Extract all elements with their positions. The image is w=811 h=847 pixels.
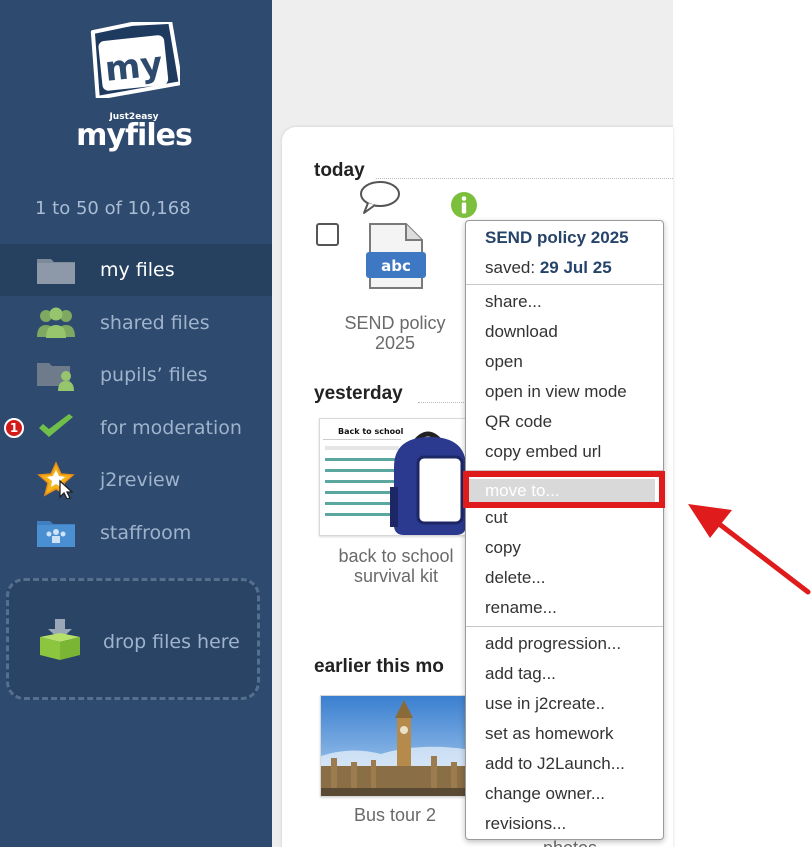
backpack-image bbox=[390, 431, 466, 535]
section-yesterday: yesterday bbox=[314, 383, 403, 404]
section-divider bbox=[376, 178, 673, 179]
sidebar-item-staffroom[interactable]: staffroom bbox=[0, 507, 272, 559]
menu-divider bbox=[466, 626, 663, 627]
menu-item-cut[interactable]: cut bbox=[485, 506, 660, 530]
sidebar-item-label: shared files bbox=[100, 312, 210, 334]
menu-item-add-to-j2launch[interactable]: add to J2Launch... bbox=[485, 752, 660, 776]
menu-item-revisions[interactable]: revisions... bbox=[485, 812, 660, 836]
menu-saved-info: saved: 29 Jul 25 bbox=[485, 258, 612, 277]
logo-badge-icon: my bbox=[90, 22, 180, 98]
section-today: today bbox=[314, 160, 365, 181]
file-caption-bus-tour[interactable]: Bus tour 2 bbox=[320, 805, 470, 825]
menu-file-title: SEND policy 2025 bbox=[485, 228, 629, 247]
sidebar-item-label: my files bbox=[100, 259, 175, 281]
menu-item-use-in-j2create[interactable]: use in j2create.. bbox=[485, 692, 660, 716]
file-caption-back-to-school[interactable]: back to school survival kit bbox=[316, 546, 476, 586]
drop-files-zone[interactable]: drop files here bbox=[6, 578, 260, 700]
menu-item-rename[interactable]: rename... bbox=[485, 596, 660, 620]
menu-item-open[interactable]: open bbox=[485, 350, 660, 374]
sidebar-item-label: pupils’ files bbox=[100, 364, 208, 386]
file-count: 1 to 50 of 10,168 bbox=[35, 198, 191, 219]
section-earlier-this-month: earlier this mo bbox=[314, 656, 444, 677]
sidebar-item-label: staffroom bbox=[100, 522, 192, 544]
dropzone-label: drop files here bbox=[103, 631, 240, 653]
sidebar-item-for-moderation[interactable]: 1 for moderation bbox=[0, 402, 272, 454]
myfiles-logo[interactable]: my Just2easy myfiles bbox=[64, 14, 204, 154]
file-select-checkbox[interactable] bbox=[316, 223, 339, 246]
star-icon bbox=[36, 461, 76, 499]
sidebar-item-pupils-files[interactable]: pupils’ files bbox=[0, 349, 272, 401]
pupil-folder-icon bbox=[36, 358, 76, 392]
upload-box-icon bbox=[37, 619, 83, 665]
file-thumbnail-back-to-school[interactable]: Back to school bbox=[319, 418, 469, 536]
comment-icon[interactable] bbox=[359, 180, 401, 220]
sidebar-item-shared-files[interactable]: shared files bbox=[0, 297, 272, 349]
menu-item-change-owner[interactable]: change owner... bbox=[485, 782, 660, 806]
menu-item-add-progression[interactable]: add progression... bbox=[485, 632, 660, 656]
menu-item-copy-embed-url[interactable]: copy embed url bbox=[485, 440, 660, 464]
document-file-icon[interactable]: abc bbox=[364, 222, 428, 294]
menu-item-delete[interactable]: delete... bbox=[485, 566, 660, 590]
menu-item-open-view-mode[interactable]: open in view mode bbox=[485, 380, 660, 404]
logo-title: myfiles bbox=[76, 118, 193, 153]
staffroom-folder-icon bbox=[36, 516, 76, 550]
menu-item-share[interactable]: share... bbox=[485, 290, 660, 314]
menu-item-set-as-homework[interactable]: set as homework bbox=[485, 722, 660, 746]
doc-icon-text: abc bbox=[381, 257, 411, 275]
menu-item-qr-code[interactable]: QR code bbox=[485, 410, 660, 434]
menu-item-add-tag[interactable]: add tag... bbox=[485, 662, 660, 686]
sidebar-item-label: for moderation bbox=[100, 417, 242, 439]
menu-item-copy[interactable]: copy bbox=[485, 536, 660, 560]
file-thumbnail-bus-tour[interactable] bbox=[320, 695, 470, 797]
notification-badge: 1 bbox=[4, 418, 24, 438]
sidebar-item-j2review[interactable]: j2review bbox=[0, 454, 272, 506]
file-context-menu: SEND policy 2025 saved: 29 Jul 25 share.… bbox=[465, 220, 664, 840]
menu-divider bbox=[466, 284, 663, 285]
sidebar-item-my-files[interactable]: my files bbox=[0, 244, 272, 296]
checkmark-icon bbox=[36, 411, 76, 445]
people-icon bbox=[36, 306, 76, 340]
menu-item-download[interactable]: download bbox=[485, 320, 660, 344]
red-arrow-annotation bbox=[688, 504, 811, 595]
folder-icon bbox=[36, 253, 76, 287]
section-divider bbox=[418, 402, 466, 403]
sidebar: my Just2easy myfiles 1 to 50 of 10,168 m… bbox=[0, 0, 272, 847]
sidebar-item-label: j2review bbox=[100, 469, 181, 491]
london-photo-image bbox=[321, 696, 469, 796]
menu-item-move-to[interactable]: move to... bbox=[468, 479, 655, 503]
logo-box-text: my bbox=[103, 44, 164, 90]
menu-divider bbox=[466, 470, 663, 471]
file-caption-send-policy[interactable]: SEND policy 2025 bbox=[325, 313, 465, 353]
info-icon[interactable] bbox=[450, 191, 478, 223]
